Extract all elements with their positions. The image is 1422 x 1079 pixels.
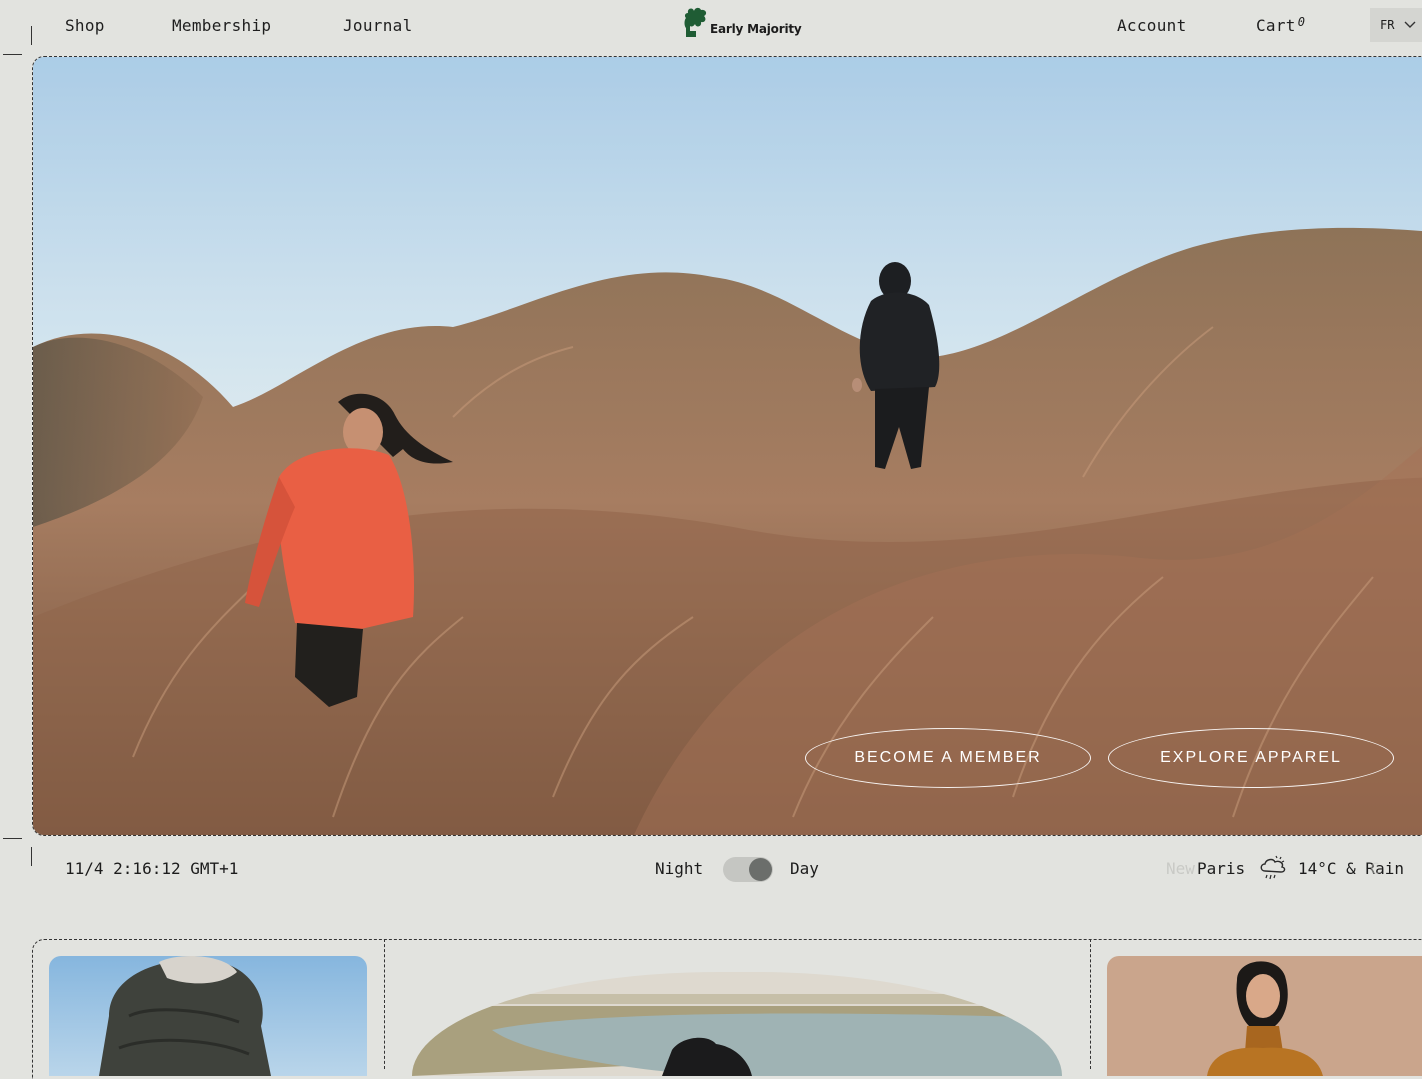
explore-apparel-button[interactable]: EXPLORE APPAREL [1108,728,1394,788]
cart-count: 0 [1297,15,1306,29]
nav-journal[interactable]: Journal [343,14,413,38]
cloud-rain-icon [1260,855,1286,880]
chevron-down-icon [1404,21,1416,28]
day-label: Day [790,859,819,878]
brand-logo[interactable]: Early Majority [684,6,802,37]
puffer-jacket-image [49,956,367,1076]
language-select[interactable]: FR [1370,8,1422,42]
become-member-button[interactable]: BECOME A MEMBER [805,728,1091,788]
corner-tick-top-vertical [31,26,32,45]
cart-label: Cart [1256,16,1296,35]
card-image-puffer-jacket[interactable] [49,956,367,1076]
hero-image [33,57,1422,835]
corner-tick-bottom-horizontal [3,838,22,839]
nav-shop[interactable]: Shop [65,14,105,38]
corner-tick-bottom-vertical [31,847,32,866]
day-night-toggle[interactable] [723,857,773,882]
night-label: Night [655,859,704,878]
datetime: 11/4 2:16:12 GMT+1 [65,859,239,878]
brand-logo-mark-icon [684,7,707,37]
card-image-turtleneck[interactable] [1107,956,1422,1076]
turtleneck-image [1107,956,1422,1076]
language-selected: FR [1380,18,1395,32]
city-ticker-fade-right: C [1370,859,1380,878]
city-ticker-fade-left: New [1166,859,1195,878]
hero-banner: BECOME A MEMBER EXPLORE APPAREL [32,56,1422,836]
toggle-knob [749,858,772,881]
nav-account[interactable]: Account [1117,14,1187,38]
city-name: Paris [1197,859,1246,878]
brand-name: Early Majority [710,22,802,36]
weather-reading: 14°C & Rain [1298,859,1404,878]
corner-tick-top-horizontal [3,54,22,55]
nav-membership[interactable]: Membership [172,14,271,38]
nav-cart[interactable]: Cart 0 [1256,14,1305,39]
card-divider [1090,939,1091,1069]
card-divider [384,939,385,1069]
